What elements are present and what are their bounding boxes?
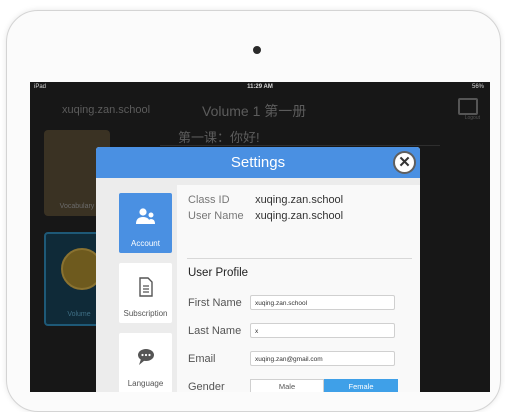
first-name-label: First Name [188, 297, 242, 309]
email-field[interactable]: xuqing.zan@gmail.com [250, 351, 395, 366]
close-icon[interactable]: ✕ [393, 151, 416, 174]
status-bar: iPad 11:29 AM 56% [30, 82, 490, 94]
gender-male-option[interactable]: Male [250, 379, 324, 392]
divider [187, 258, 412, 259]
last-name-field[interactable]: x [250, 323, 395, 338]
volume-title: Volume 1 第一册 [202, 103, 307, 119]
user-name-row: User Name xuqing.zan.school [188, 210, 343, 222]
tab-label: Subscription [123, 309, 168, 318]
battery-level: 56% [471, 84, 484, 90]
camera-icon [253, 46, 261, 54]
status-time: 11:29 AM [247, 84, 273, 90]
dialog-title: Settings [230, 154, 286, 171]
nav-bar: xuqing.zan.school Volume 1 第一册 Logout [30, 94, 490, 122]
logout-label[interactable]: Logout [465, 115, 480, 121]
class-id-label: Class ID [188, 194, 230, 206]
first-name-field[interactable]: xuqing.zan.school [250, 295, 395, 310]
school-name: xuqing.zan.school [62, 104, 151, 116]
tab-account[interactable]: Account [119, 193, 172, 253]
gender-label: Gender [188, 381, 225, 392]
class-id-row: Class ID xuqing.zan.school [188, 194, 343, 206]
user-name-label: User Name [188, 210, 244, 222]
tab-label: Language [127, 379, 164, 388]
settings-dialog: Settings Account Subscription Language C… [96, 147, 420, 392]
chat-bubble-icon [138, 349, 154, 365]
people-icon [136, 208, 155, 224]
lesson-title: 第一课：你好! [178, 130, 260, 145]
class-id-value: xuqing.zan.school [255, 194, 344, 206]
user-name-value: xuqing.zan.school [255, 210, 344, 222]
dialog-header: Settings [96, 147, 420, 178]
ipad-screen: iPad 11:29 AM 56% xuqing.zan.school Volu… [30, 82, 490, 392]
logout-icon[interactable] [458, 98, 478, 115]
gender-female-option[interactable]: Female [324, 379, 398, 392]
tab-language[interactable]: Language [119, 333, 172, 392]
email-label: Email [188, 353, 216, 365]
account-panel: Class ID xuqing.zan.school User Name xuq… [177, 185, 420, 392]
document-icon [139, 277, 153, 297]
divider [160, 145, 440, 146]
tab-subscription[interactable]: Subscription [119, 263, 172, 323]
profile-heading: User Profile [188, 267, 249, 279]
last-name-label: Last Name [188, 325, 242, 337]
tab-label: Account [131, 239, 160, 248]
